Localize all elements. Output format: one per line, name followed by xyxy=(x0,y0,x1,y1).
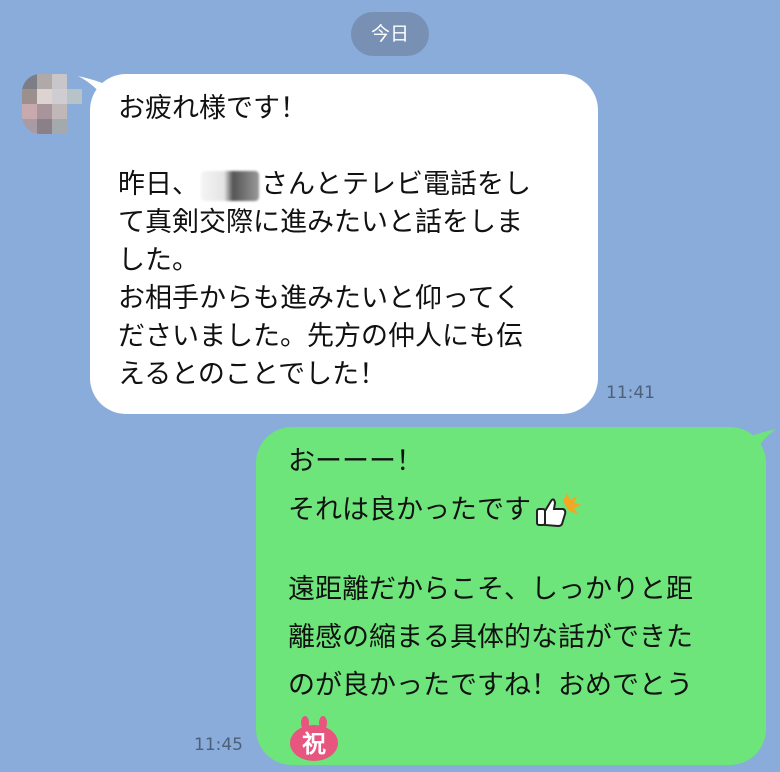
outgoing-timestamp: 11:45 xyxy=(194,735,243,755)
message-line: のが良かったですね！おめでとう xyxy=(288,670,693,701)
message-line: 離感の縮まる具体的な話ができた xyxy=(288,622,693,653)
message-line: お相手からも進みたいと仰ってく xyxy=(118,283,521,314)
celebrate-label: 祝 xyxy=(302,730,326,758)
message-line-with-masked-name: 昨日、 さんとテレビ電話をし xyxy=(118,166,576,204)
incoming-timestamp: 11:41 xyxy=(606,383,655,403)
message-line-with-sticker: それは良かったです xyxy=(288,491,748,539)
celebrate-line: 祝 xyxy=(288,715,748,763)
message-line: した。 xyxy=(118,245,199,276)
thumbs-up-sticker-icon xyxy=(536,493,582,528)
message-line: て真剣交際に進みたいと話をしま xyxy=(118,207,523,238)
message-line: 遠距離だからこそ、しっかりと距 xyxy=(288,574,693,605)
message-line: えるとのことでした！ xyxy=(118,359,387,390)
incoming-message-bubble[interactable]: お疲れ様です！ 昨日、 さんとテレビ電話をし て真剣交際に進みたいと話をしま した… xyxy=(90,74,598,414)
message-line: お疲れ様です！ xyxy=(118,93,307,124)
masked-name xyxy=(201,170,259,201)
message-text: 昨日、 xyxy=(118,169,199,200)
message-line: おーーー！ xyxy=(288,446,423,477)
sender-avatar[interactable] xyxy=(22,74,82,134)
message-line: ださいました。先方の仲人にも伝 xyxy=(118,321,523,352)
message-text: それは良かったです xyxy=(288,494,531,526)
date-separator: 今日 xyxy=(351,12,429,56)
message-text: さんとテレビ電話をし xyxy=(261,169,531,200)
outgoing-message-bubble[interactable]: おーーー！ それは良かったです 遠距離だからこそ、しっかりと距 離感の縮まる具体… xyxy=(256,427,766,765)
celebration-stamp-icon: 祝 xyxy=(290,716,338,761)
